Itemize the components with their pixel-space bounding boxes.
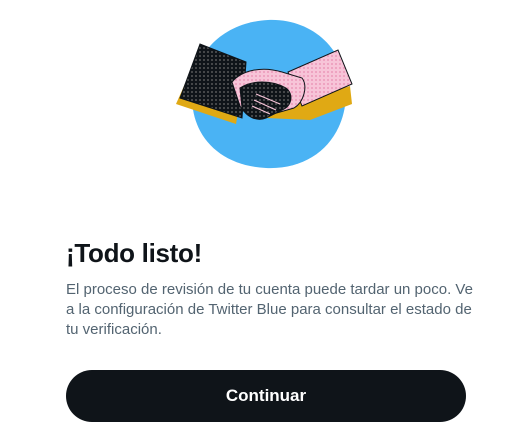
handshake-icon xyxy=(176,19,353,169)
confirmation-dialog: ¡Todo listo! El proceso de revisión de t… xyxy=(0,0,513,442)
description-text: El proceso de revisión de tu cuenta pued… xyxy=(66,281,473,338)
page-title: ¡Todo listo! xyxy=(66,238,202,268)
continue-button[interactable]: Continuar xyxy=(66,370,466,422)
